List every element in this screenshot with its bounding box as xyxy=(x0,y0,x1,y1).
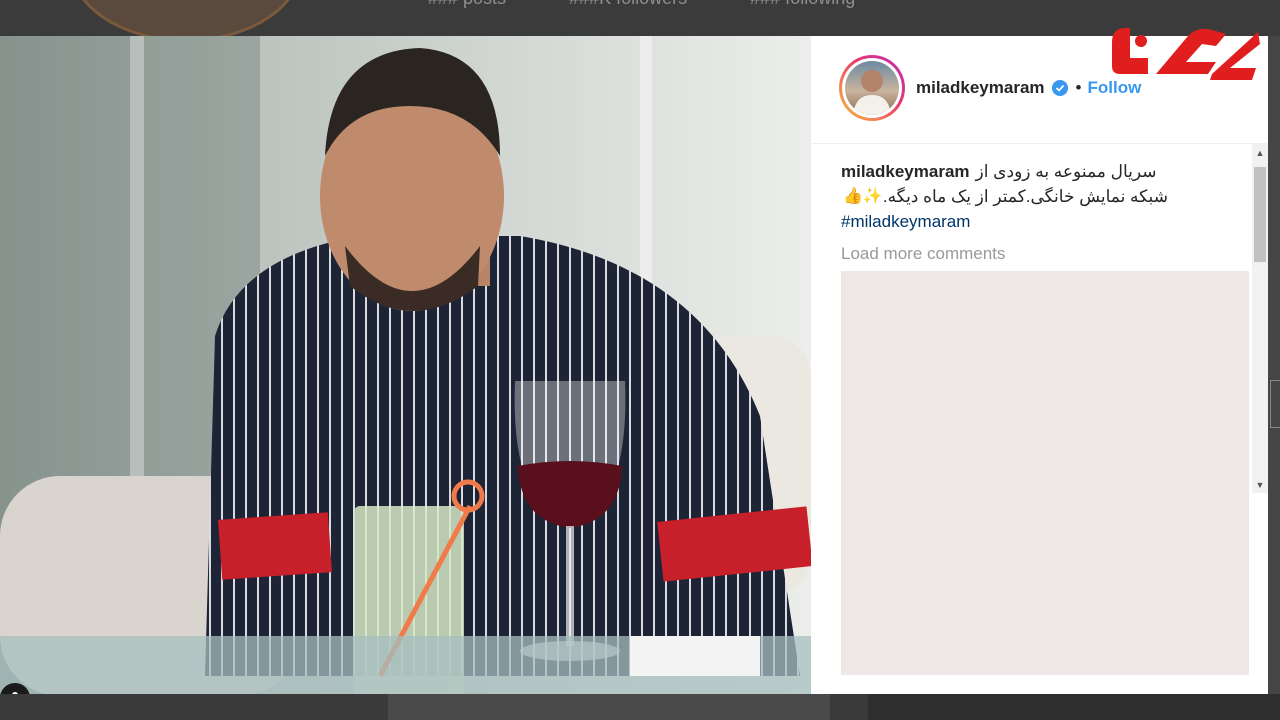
username-link[interactable]: miladkeymaram xyxy=(916,78,1045,98)
next-arrow-edge[interactable] xyxy=(1270,380,1280,428)
logo-icon xyxy=(1112,28,1260,80)
post-photo[interactable] xyxy=(0,36,811,694)
avatar-picture xyxy=(853,70,891,115)
posts-count: ### posts xyxy=(428,0,506,8)
post-caption: miladkeymaram سریال ممنوعه به زودی از شب… xyxy=(841,159,1249,209)
background-profile-stats: ### posts ###K followers ### following xyxy=(428,0,913,9)
profile-avatar[interactable] xyxy=(839,55,905,121)
hashtag-link[interactable]: #miladkeymaram xyxy=(841,209,1249,234)
scroll-thumb[interactable] xyxy=(1254,167,1266,262)
background-thumbnail[interactable] xyxy=(868,694,1280,720)
caption-username[interactable]: miladkeymaram xyxy=(841,159,970,184)
comments-scrollbar[interactable]: ▲ ▼ xyxy=(1252,143,1268,493)
post-side-panel: miladkeymaram • Follow miladkeymaram سری… xyxy=(811,36,1268,694)
caption-line-1: سریال ممنوعه به زودی از xyxy=(975,162,1157,181)
comments-list-placeholder xyxy=(841,271,1249,675)
following-count: ### following xyxy=(750,0,855,8)
caption-emoji: ✨👍 xyxy=(843,188,883,205)
load-more-comments-button[interactable]: Load more comments xyxy=(841,244,1249,264)
verified-badge-icon xyxy=(1051,80,1068,96)
scroll-up-icon[interactable]: ▲ xyxy=(1252,145,1268,161)
caption-line-2: شبکه نمایش خانگی.کمتر از یک ماه دیگه. xyxy=(882,187,1168,206)
background-edge xyxy=(1268,36,1280,694)
person-icon xyxy=(12,692,18,694)
followers-count: ###K followers xyxy=(569,0,687,8)
scroll-down-icon[interactable]: ▼ xyxy=(1252,477,1268,493)
background-grid xyxy=(0,694,1280,720)
post-image xyxy=(0,36,811,694)
rokna-logo xyxy=(1108,22,1264,88)
separator-dot: • xyxy=(1075,78,1082,97)
background-profile-header: ### posts ###K followers ### following xyxy=(0,0,1280,42)
background-thumbnail[interactable] xyxy=(388,694,830,720)
avatar-image xyxy=(845,61,899,115)
comments-section: miladkeymaram سریال ممنوعه به زودی از شب… xyxy=(841,159,1249,675)
